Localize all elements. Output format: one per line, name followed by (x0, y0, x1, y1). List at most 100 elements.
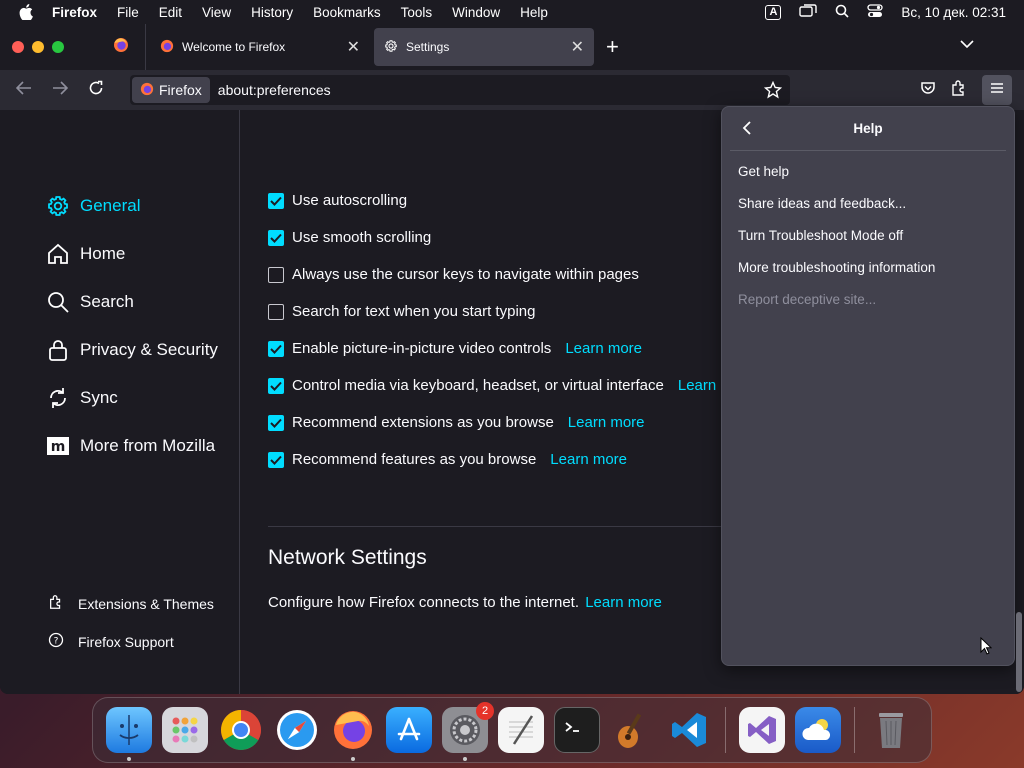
app-menu-button[interactable] (982, 75, 1012, 105)
menu-tools[interactable]: Tools (391, 5, 443, 20)
vscode-icon[interactable] (666, 707, 712, 753)
checkbox[interactable] (268, 451, 284, 468)
minimize-window-button[interactable] (32, 41, 44, 53)
running-indicator (127, 757, 131, 761)
learn-more-link[interactable]: Learn (678, 377, 716, 394)
back-button[interactable] (6, 80, 42, 100)
extensions-icon[interactable] (950, 79, 968, 102)
checkbox[interactable] (268, 229, 284, 246)
back-arrow-icon[interactable] (742, 121, 752, 140)
option-recommend-features[interactable]: Recommend features as you browse Learn m… (268, 451, 627, 468)
weather-icon[interactable] (795, 707, 841, 753)
menu-item-get-help[interactable]: Get help (738, 164, 789, 179)
learn-more-link[interactable]: Learn more (585, 594, 662, 611)
url-bar[interactable]: Firefox about:preferences (130, 75, 790, 105)
close-window-button[interactable] (12, 41, 24, 53)
screen-mirroring-icon[interactable] (799, 3, 818, 21)
system-settings-icon[interactable]: 2 (442, 702, 494, 761)
option-autoscrolling[interactable]: Use autoscrolling (268, 192, 407, 209)
menu-help[interactable]: Help (510, 5, 558, 20)
sidebar-item-sync[interactable]: Sync (46, 386, 118, 410)
sidebar-item-privacy[interactable]: Privacy & Security (46, 338, 218, 362)
scrollbar-thumb[interactable] (1016, 612, 1022, 692)
extensions-themes-link[interactable]: Extensions & Themes (48, 594, 214, 613)
sidebar-item-mozilla[interactable]: m More from Mozilla (46, 434, 215, 458)
menu-window[interactable]: Window (442, 5, 510, 20)
checkbox[interactable] (268, 414, 284, 431)
option-search-typing[interactable]: Search for text when you start typing (268, 303, 535, 320)
menu-file[interactable]: File (107, 5, 149, 20)
apple-icon[interactable] (0, 4, 52, 20)
firefox-icon (140, 82, 154, 99)
menu-bookmarks[interactable]: Bookmarks (303, 5, 391, 20)
menu-item-share-ideas[interactable]: Share ideas and feedback... (738, 196, 906, 211)
finder-icon[interactable] (106, 707, 152, 761)
window-controls (0, 41, 100, 53)
reload-button[interactable] (78, 80, 114, 101)
forward-button[interactable] (42, 80, 78, 100)
menu-item-troubleshooting-info[interactable]: More troubleshooting information (738, 260, 935, 275)
new-tab-button[interactable]: + (606, 34, 619, 60)
list-all-tabs-icon[interactable] (960, 36, 974, 54)
learn-more-link[interactable]: Learn more (568, 414, 645, 431)
option-smooth-scrolling[interactable]: Use smooth scrolling (268, 229, 431, 246)
spotlight-icon[interactable] (835, 4, 849, 21)
identity-label: Firefox (159, 82, 202, 98)
learn-more-link[interactable]: Learn more (550, 451, 627, 468)
terminal-icon[interactable] (554, 707, 600, 753)
checkbox[interactable] (268, 192, 284, 209)
network-settings-heading: Network Settings (268, 546, 427, 569)
firefox-icon (113, 37, 129, 58)
option-recommend-extensions[interactable]: Recommend extensions as you browse Learn… (268, 414, 645, 431)
bookmark-star-icon[interactable] (763, 80, 783, 104)
panel-title: Help (853, 121, 883, 136)
firefox-icon[interactable] (330, 707, 376, 761)
option-label: Always use the cursor keys to navigate w… (292, 266, 639, 283)
checkbox[interactable] (268, 303, 284, 320)
chrome-icon[interactable] (218, 707, 264, 753)
learn-more-link[interactable]: Learn more (565, 340, 642, 357)
url-input[interactable]: about:preferences (218, 82, 331, 98)
menu-edit[interactable]: Edit (149, 5, 192, 20)
menu-item-troubleshoot-off[interactable]: Turn Troubleshoot Mode off (738, 228, 903, 243)
sidebar-item-home[interactable]: Home (46, 242, 125, 266)
menu-view[interactable]: View (192, 5, 241, 20)
option-cursor-keys[interactable]: Always use the cursor keys to navigate w… (268, 266, 639, 283)
sidebar-item-search[interactable]: Search (46, 290, 134, 314)
menu-clock[interactable]: Вс, 10 дек. 02:31 (901, 5, 1006, 20)
sync-icon (46, 386, 70, 410)
app-store-icon[interactable] (386, 707, 432, 753)
tab-welcome[interactable]: Welcome to Firefox ✕ (150, 28, 370, 66)
launchpad-icon[interactable] (162, 707, 208, 753)
tab-settings[interactable]: Settings ✕ (374, 28, 594, 66)
checkbox[interactable] (268, 377, 284, 394)
firefox-support-link[interactable]: ? Firefox Support (48, 632, 174, 651)
identity-box[interactable]: Firefox (132, 77, 210, 103)
control-center-icon[interactable] (867, 3, 884, 21)
sidebar-item-label: Search (80, 292, 134, 311)
textedit-icon[interactable] (498, 707, 544, 753)
checkbox[interactable] (268, 340, 284, 357)
puzzle-icon (48, 594, 64, 613)
safari-icon[interactable] (274, 707, 320, 753)
option-media-control[interactable]: Control media via keyboard, headset, or … (268, 377, 716, 394)
help-panel: Help Get help Share ideas and feedback..… (721, 106, 1015, 666)
close-tab-icon[interactable]: ✕ (347, 37, 360, 57)
pinned-tab[interactable] (96, 24, 146, 70)
hamburger-icon (990, 81, 1004, 99)
sidebar-item-general[interactable]: General (46, 194, 140, 218)
zoom-window-button[interactable] (52, 41, 64, 53)
trash-icon[interactable] (868, 707, 914, 753)
visual-studio-icon[interactable] (739, 707, 785, 753)
pocket-icon[interactable] (920, 80, 936, 101)
close-tab-icon[interactable]: ✕ (571, 37, 584, 57)
input-source-icon[interactable]: A (765, 4, 782, 20)
garageband-icon[interactable] (610, 707, 656, 753)
tab-bar: Welcome to Firefox ✕ Settings ✕ + (0, 24, 1024, 70)
lock-icon (46, 338, 70, 362)
checkbox[interactable] (268, 266, 284, 283)
running-indicator (351, 757, 355, 761)
menu-app-name[interactable]: Firefox (52, 5, 107, 20)
option-pip[interactable]: Enable picture-in-picture video controls… (268, 340, 642, 357)
menu-history[interactable]: History (241, 5, 303, 20)
